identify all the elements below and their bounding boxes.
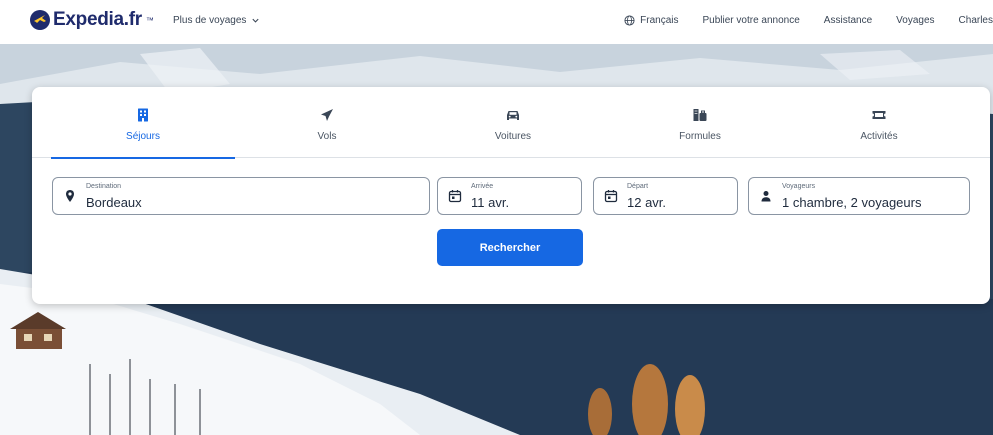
chevron-down-icon [252, 18, 259, 23]
destination-label: Destination [86, 183, 122, 190]
tab-flights[interactable]: Vols [235, 87, 419, 158]
checkout-label: Départ [627, 183, 649, 190]
search-form-card: Séjours Vols Voitures Formules Activités… [32, 87, 990, 304]
plane-icon [321, 109, 333, 121]
tab-activities[interactable]: Activités [787, 87, 971, 158]
expedia-logo-icon [30, 10, 50, 30]
language-label: Français [640, 15, 679, 26]
search-button[interactable]: Rechercher [437, 229, 583, 266]
destination-field[interactable]: Destination Bordeaux [52, 177, 430, 215]
travelers-value: 1 chambre, 2 voyageurs [782, 195, 922, 210]
travelers-field[interactable]: Voyageurs 1 chambre, 2 voyageurs [748, 177, 970, 215]
tab-activities-label: Activités [860, 131, 898, 142]
checkin-date-field[interactable]: Arrivée 11 avr. [437, 177, 582, 215]
user-account-link[interactable]: Charles [959, 15, 993, 26]
tab-packages[interactable]: Formules [608, 87, 792, 158]
hotel-icon [138, 108, 148, 122]
tab-stays-label: Séjours [126, 131, 160, 142]
tab-cars[interactable]: Voitures [421, 87, 605, 158]
language-selector[interactable]: Français [624, 15, 679, 26]
tab-flights-label: Vols [317, 131, 337, 142]
support-link[interactable]: Assistance [824, 15, 872, 26]
tab-packages-label: Formules [679, 131, 721, 142]
checkin-value: 11 avr. [471, 195, 510, 210]
expedia-logo[interactable]: Expedia.fr ™ [30, 9, 154, 31]
globe-icon [624, 15, 635, 26]
top-nav-bar: Expedia.fr ™ Plus de voyages Français Pu… [0, 0, 993, 44]
checkout-date-field[interactable]: Départ 12 avr. [593, 177, 738, 215]
logo-text: Expedia.fr [53, 9, 142, 30]
more-trips-label: Plus de voyages [173, 15, 247, 26]
travelers-label: Voyageurs [782, 183, 816, 190]
calendar-icon [604, 190, 618, 203]
header-nav-links: Français Publier votre annonce Assistanc… [624, 15, 993, 26]
person-icon [761, 191, 771, 202]
tab-cars-label: Voitures [494, 131, 532, 142]
list-property-link[interactable]: Publier votre annonce [703, 15, 800, 26]
checkout-value: 12 avr. [627, 195, 667, 210]
calendar-icon [448, 190, 462, 203]
tab-stays[interactable]: Séjours [51, 87, 235, 159]
car-icon [507, 111, 519, 120]
package-icon [693, 109, 707, 121]
ticket-icon [872, 111, 886, 119]
logo-trademark: ™ [145, 15, 154, 25]
trips-link[interactable]: Voyages [896, 15, 934, 26]
destination-value: Bordeaux [86, 195, 142, 210]
location-pin-icon [66, 190, 74, 202]
product-tabs: Séjours Vols Voitures Formules Activités [32, 87, 990, 159]
more-trips-menu[interactable]: Plus de voyages [173, 15, 260, 26]
checkin-label: Arrivée [471, 183, 494, 190]
